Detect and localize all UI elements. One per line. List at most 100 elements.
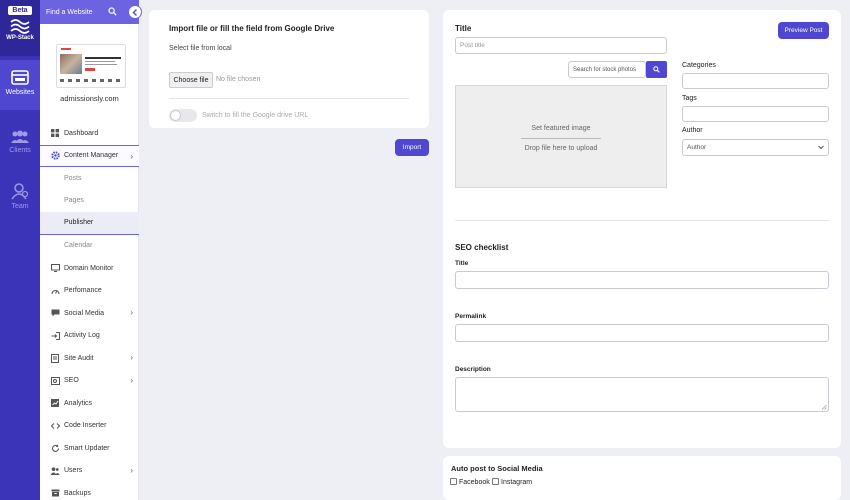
chevron-right-icon: › (130, 353, 133, 362)
nav-social-media[interactable]: Social Media › (40, 302, 139, 325)
resize-handle-icon[interactable] (821, 404, 827, 410)
chevron-left-icon (132, 8, 137, 16)
archive-icon (50, 488, 60, 498)
beta-badge: Beta (8, 6, 32, 15)
team-icon (11, 183, 29, 200)
nav-label: Code Inserter (64, 422, 107, 430)
nav-content-manager[interactable]: Content Manager › (40, 144, 139, 167)
dropzone-divider (521, 138, 601, 139)
social-autopost-card: Auto post to Social Media Facebook Insta… (443, 456, 841, 500)
nav-label: Analytics (64, 399, 93, 407)
seo-permalink-input[interactable] (455, 324, 829, 342)
seo-description-textarea[interactable] (455, 377, 829, 412)
instagram-label: Instagram (501, 479, 533, 486)
nav-activity-log[interactable]: Activity Log (40, 325, 139, 348)
users-icon (50, 466, 60, 476)
preview-post-button[interactable]: Preview Post (778, 22, 829, 39)
collapse-sidebar-button[interactable] (128, 5, 142, 19)
seo-checklist-title: SEO checklist (455, 243, 509, 252)
rail-label-websites: Websites (5, 89, 35, 96)
set-featured-image-label: Set featured image (531, 125, 591, 132)
toggle-knob (170, 110, 181, 121)
chevron-right-icon: › (130, 151, 133, 161)
nav-site-audit[interactable]: Site Audit › (40, 347, 139, 370)
nav-label: Content Manager (64, 152, 119, 160)
author-select[interactable]: Author (682, 139, 829, 156)
nav-label: SEO (64, 377, 79, 385)
stock-photo-search-input[interactable]: Search for stock photos (568, 61, 646, 78)
rail-item-clients[interactable]: Clients (0, 124, 40, 164)
gauge-icon (50, 286, 60, 296)
site-thumbnail[interactable] (56, 44, 126, 88)
import-button[interactable]: Import (395, 139, 429, 156)
site-sidebar: Find a Website admissionsly.com Dashboar… (40, 0, 139, 500)
nav-label: Smart Updater (64, 444, 110, 452)
nav-label: Domain Monitor (64, 264, 114, 272)
nav-label: Calendar (64, 242, 93, 250)
title-label: Title (455, 24, 472, 33)
import-title: Import file or fill the field from Googl… (169, 24, 335, 33)
websites-icon (11, 70, 29, 85)
featured-image-dropzone[interactable]: Set featured image Drop file here to upl… (455, 85, 667, 188)
stock-search-button[interactable] (646, 61, 667, 78)
instagram-checkbox-row[interactable]: Instagram (492, 478, 532, 486)
nav-label: Publisher (64, 219, 94, 227)
clients-icon (11, 130, 29, 143)
brand-name: WP-Stack (6, 35, 34, 41)
import-card: Import file or fill the field from Googl… (149, 10, 429, 128)
rail-label-clients: Clients (9, 147, 31, 154)
seo-title-label: Title (455, 260, 469, 267)
nav-smart-updater[interactable]: Smart Updater (40, 437, 139, 460)
seo-icon (50, 376, 60, 386)
brand-logo[interactable]: Beta WP-Stack (0, 0, 40, 56)
chevron-right-icon: › (130, 375, 133, 385)
rail-item-websites[interactable]: Websites (0, 60, 40, 110)
google-drive-toggle-label: Switch to fill the Google drive URL (202, 112, 309, 119)
nav-domain-monitor[interactable]: Domain Monitor (40, 257, 139, 280)
nav-performance[interactable]: Perfomance (40, 280, 139, 303)
chart-icon (50, 398, 60, 408)
gear-icon (50, 151, 60, 161)
no-file-text: No file chosen (216, 76, 261, 83)
nav-backups[interactable]: Backups (40, 482, 139, 500)
post-editor-card: Title Preview Post Post title Search for… (443, 10, 841, 448)
nav-analytics[interactable]: Analytics (40, 392, 139, 415)
app-rail: Beta WP-Stack Websites Clients Team (0, 0, 40, 500)
nav-label: Site Audit (64, 354, 94, 362)
tags-input[interactable] (682, 106, 829, 122)
wave-logo-icon (10, 19, 30, 34)
categories-label: Categories (682, 62, 716, 69)
thumb-hero-image (60, 54, 82, 74)
nav-calendar[interactable]: Calendar (40, 235, 139, 258)
nav-pages[interactable]: Pages (40, 190, 139, 213)
search-icon[interactable] (108, 7, 117, 16)
facebook-checkbox[interactable] (450, 478, 457, 485)
seo-title-input[interactable] (455, 271, 829, 289)
nav-dashboard[interactable]: Dashboard (40, 122, 139, 145)
nav-publisher[interactable]: Publisher (40, 212, 139, 235)
nav-posts[interactable]: Posts (40, 167, 139, 190)
nav-users[interactable]: Users › (40, 460, 139, 483)
find-website-search[interactable]: Find a Website (40, 0, 139, 24)
find-website-label: Find a Website (46, 8, 93, 16)
facebook-label: Facebook (459, 479, 490, 486)
facebook-checkbox-row[interactable]: Facebook (450, 478, 490, 486)
categories-input[interactable] (682, 73, 829, 89)
nav-code-inserter[interactable]: Code Inserter (40, 415, 139, 438)
nav-label: Backups (64, 489, 91, 497)
search-icon (653, 66, 660, 73)
dashboard-icon (50, 128, 60, 138)
select-file-label: Select file from local (169, 45, 232, 52)
thumb-logo (61, 48, 71, 50)
drop-file-label: Drop file here to upload (524, 145, 598, 152)
choose-file-button[interactable]: Choose file (169, 72, 213, 88)
divider (455, 220, 829, 221)
google-drive-toggle[interactable] (169, 109, 197, 122)
nav-label: Perfomance (64, 287, 102, 295)
divider (169, 98, 409, 99)
nav-label: Users (64, 467, 83, 475)
post-title-input[interactable]: Post title (455, 37, 667, 54)
nav-seo[interactable]: SEO › (40, 370, 139, 393)
rail-item-team[interactable]: Team (0, 180, 40, 220)
instagram-checkbox[interactable] (492, 478, 499, 485)
